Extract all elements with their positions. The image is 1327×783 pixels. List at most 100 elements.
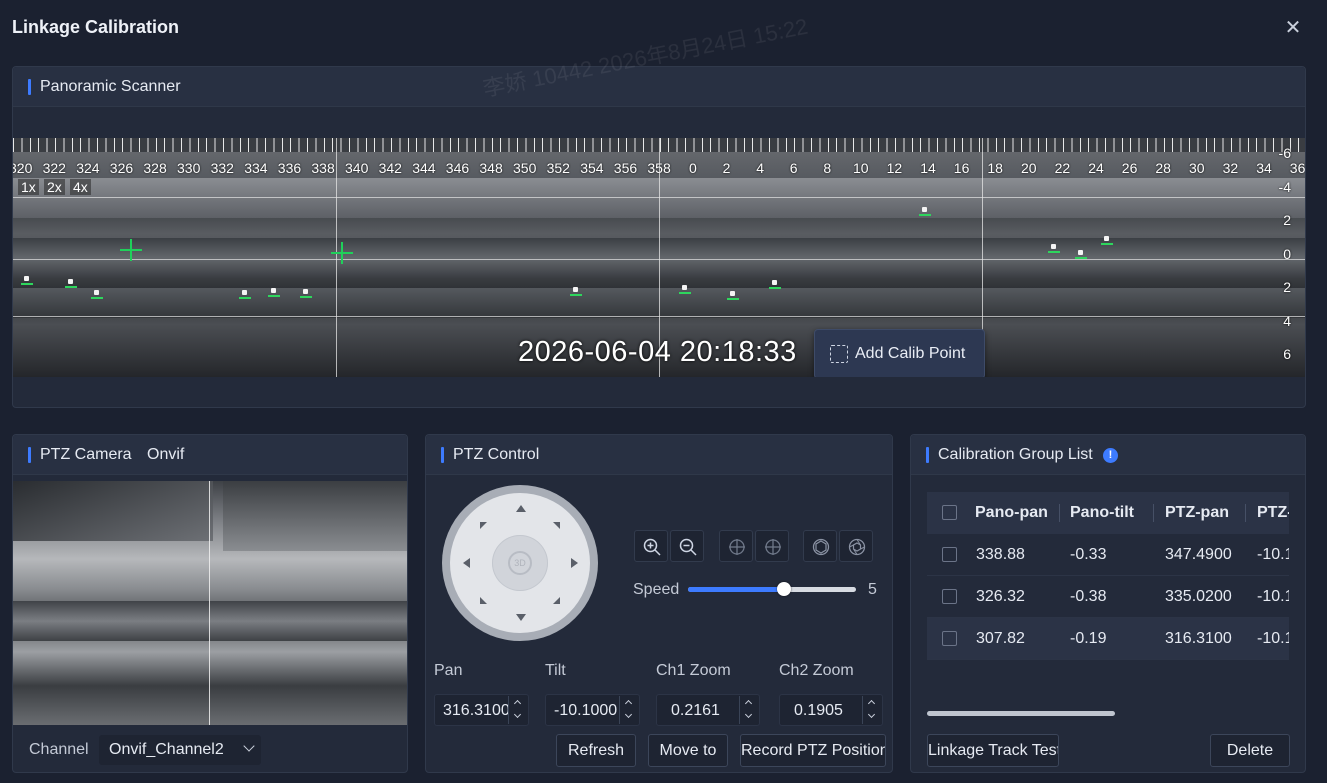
zoom-1x-button[interactable]: 1x <box>18 179 39 195</box>
arrow-up-right-icon[interactable] <box>553 522 560 529</box>
pan-tick-label: 18 <box>987 160 1003 176</box>
record-ptz-position-button[interactable]: Record PTZ Position <box>740 734 886 767</box>
pano-tilt-cell: -0.19 <box>1070 630 1107 647</box>
pan-tick-label: 334 <box>244 160 268 176</box>
column-header[interactable]: PTZ-pan <box>1165 504 1229 522</box>
pan-decrement-button[interactable] <box>508 710 526 724</box>
zoom-4x-button[interactable]: 4x <box>70 179 91 195</box>
zoom-in-icon <box>643 538 661 556</box>
ch1-zoom-increment-button[interactable] <box>739 696 757 710</box>
pan-tick-label: 338 <box>311 160 335 176</box>
ptz-3d-button[interactable]: 3D <box>492 535 548 591</box>
pan-tick-label: 328 <box>143 160 167 176</box>
arrow-up-icon[interactable] <box>516 505 526 512</box>
calibration-header: Calibration Group List ! <box>911 435 1305 475</box>
pan-tick-label: 348 <box>479 160 503 176</box>
row-checkbox[interactable] <box>942 589 957 604</box>
pan-tick-label: 6 <box>789 160 798 176</box>
column-header[interactable]: Pano-pan <box>975 504 1048 522</box>
ptz-camera-view[interactable] <box>13 481 407 725</box>
calibration-panel: Calibration Group List ! Pano-pan Pano-t… <box>910 434 1306 773</box>
column-header[interactable]: Pano-tilt <box>1070 504 1134 522</box>
zoom-out-button[interactable] <box>670 530 704 562</box>
panoramic-view[interactable]: 3203223243263283303323343363383403423443… <box>13 138 1305 377</box>
pan-tick-label: 16 <box>953 160 970 176</box>
calibration-table: Pano-pan Pano-tilt PTZ-pan PTZ- 338.88 -… <box>927 492 1289 660</box>
chevron-down-icon <box>513 710 522 719</box>
ptz-pan-cell: 335.0200 <box>1165 588 1232 605</box>
pan-input-value[interactable]: 316.3100 <box>443 702 509 720</box>
panoramic-title: Panoramic Scanner <box>40 78 181 95</box>
arrow-left-icon[interactable] <box>463 558 470 568</box>
pan-tick-label: 336 <box>277 160 302 176</box>
info-icon[interactable]: ! <box>1103 448 1118 463</box>
add-calib-point-menu-item[interactable]: Add Calib Point <box>814 329 985 377</box>
arrow-right-icon[interactable] <box>571 558 578 568</box>
speed-slider[interactable] <box>688 582 856 596</box>
pano-pan-cell: 326.32 <box>976 588 1025 605</box>
camera-center-line <box>209 481 210 725</box>
ptz-camera-panel: PTZ Camera Onvif Channel Onvif_Channel2 <box>12 434 408 773</box>
tilt-tick-label: -6 <box>1278 145 1291 161</box>
table-row[interactable]: 307.82 -0.19 316.3100 -10.1 <box>927 618 1289 660</box>
table-horizontal-scrollbar[interactable] <box>927 711 1115 716</box>
table-row[interactable]: 326.32 -0.38 335.0200 -10.1 <box>927 576 1289 618</box>
pan-input[interactable]: 316.3100 <box>434 694 529 726</box>
target-marker <box>679 285 691 294</box>
delete-button[interactable]: Delete <box>1210 734 1290 767</box>
arrow-down-right-icon[interactable] <box>553 597 560 604</box>
speed-slider-thumb[interactable] <box>776 582 791 596</box>
ch1-zoom-input-value[interactable]: 0.2161 <box>671 702 737 720</box>
close-icon[interactable]: ✕ <box>1281 16 1305 40</box>
select-all-checkbox[interactable] <box>942 505 957 520</box>
calib-point-marker[interactable] <box>331 242 353 264</box>
zoom-2x-button[interactable]: 2x <box>44 179 65 195</box>
pan-label: Pan <box>434 662 463 679</box>
pan-tick-label: 28 <box>1155 160 1171 176</box>
target-marker <box>91 290 103 299</box>
dialog-title: Linkage Calibration <box>12 17 180 37</box>
pan-tick-label: 326 <box>109 160 134 176</box>
ch1-zoom-input[interactable]: 0.2161 <box>656 694 760 726</box>
ptz-control-panel: PTZ Control 3D Speed 5 Pan Tilt Ch1 Zoom… <box>425 434 893 773</box>
tilt-tick-label: 2 <box>1283 212 1291 228</box>
linkage-track-test-button[interactable]: Linkage Track Test <box>927 734 1059 767</box>
arrow-down-left-icon[interactable] <box>480 597 487 604</box>
arrow-up-left-icon[interactable] <box>480 522 487 529</box>
zoom-in-button[interactable] <box>634 530 668 562</box>
target-marker <box>919 207 931 216</box>
pan-tick-label: 10 <box>853 160 869 176</box>
row-checkbox[interactable] <box>942 631 957 646</box>
tilt-tick-label: -4 <box>1278 178 1291 195</box>
refresh-button[interactable]: Refresh <box>556 734 636 767</box>
channel-select[interactable]: Onvif_Channel2 <box>99 735 261 765</box>
pan-tick-label: 22 <box>1054 160 1071 176</box>
ch1-zoom-decrement-button[interactable] <box>739 710 757 724</box>
pan-tick-label: 24 <box>1088 160 1104 176</box>
tilt-decrement-button[interactable] <box>619 710 637 724</box>
chevron-up-icon <box>624 699 633 708</box>
table-row[interactable]: 338.88 -0.33 347.4900 -10.1 <box>927 534 1289 576</box>
ch2-zoom-input-value[interactable]: 0.1905 <box>794 702 860 720</box>
iris-open-button[interactable] <box>803 530 837 562</box>
target-marker <box>1075 250 1087 259</box>
column-header[interactable]: PTZ- <box>1257 504 1289 522</box>
ch2-zoom-increment-button[interactable] <box>862 696 880 710</box>
pan-increment-button[interactable] <box>508 696 526 710</box>
row-checkbox[interactable] <box>942 547 957 562</box>
ch2-zoom-decrement-button[interactable] <box>862 710 880 724</box>
tilt-input-value[interactable]: -10.1000 <box>554 702 620 720</box>
pan-tick-label: 340 <box>345 160 369 176</box>
focus-far-button[interactable] <box>755 530 789 562</box>
move-to-button[interactable]: Move to <box>648 734 728 767</box>
arrow-down-icon[interactable] <box>516 614 526 621</box>
tilt-input[interactable]: -10.1000 <box>545 694 640 726</box>
focus-near-button[interactable] <box>719 530 753 562</box>
chevron-down-icon <box>867 710 876 719</box>
ch2-zoom-input[interactable]: 0.1905 <box>779 694 883 726</box>
iris-close-button[interactable] <box>839 530 873 562</box>
ptz-pan-cell: 316.3100 <box>1165 630 1232 647</box>
calib-point-marker[interactable] <box>120 239 142 261</box>
tilt-increment-button[interactable] <box>619 696 637 710</box>
target-marker <box>300 289 312 298</box>
